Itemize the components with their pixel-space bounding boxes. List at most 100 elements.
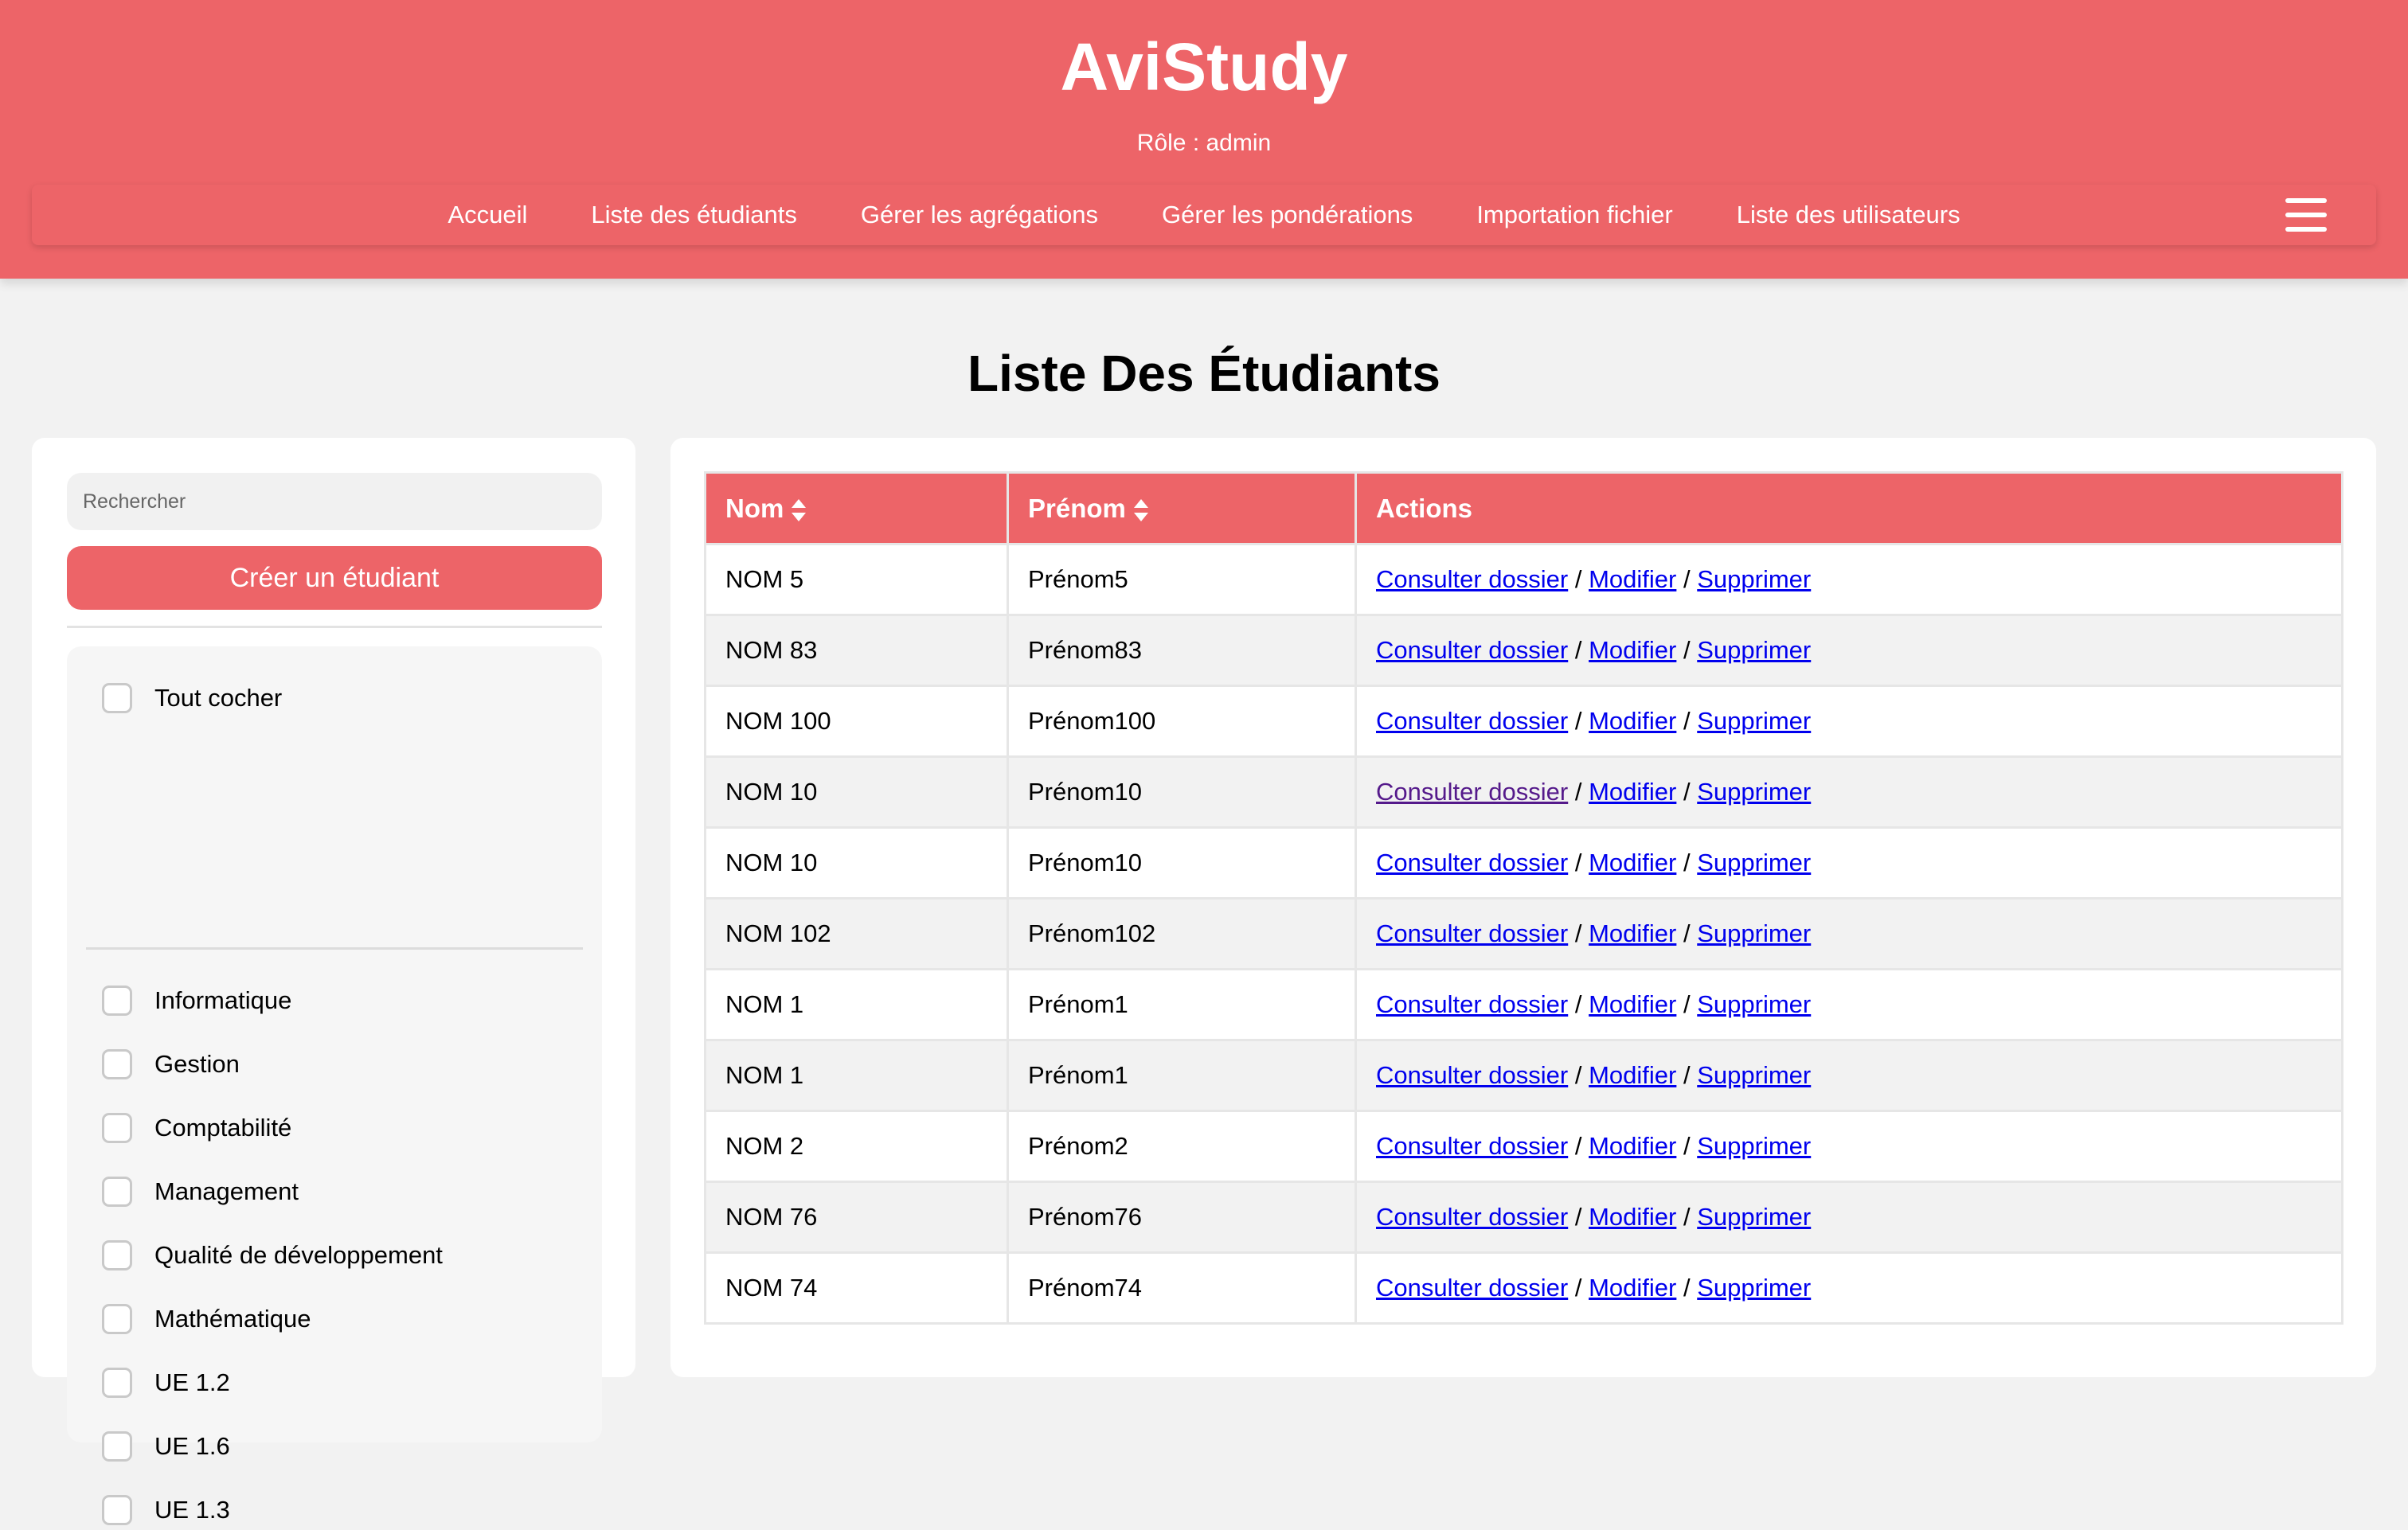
app-title: AviStudy — [1060, 29, 1348, 104]
search-input[interactable] — [67, 473, 602, 530]
create-student-button[interactable]: Créer un étudiant — [67, 546, 602, 610]
cell-prenom: Prénom83 — [1007, 614, 1357, 687]
cell-prenom: Prénom5 — [1007, 543, 1357, 616]
hamburger-menu-icon[interactable] — [2285, 198, 2327, 232]
cell-nom: NOM 10 — [704, 826, 1009, 900]
filter-checkbox[interactable] — [102, 1431, 132, 1462]
nav-item-gerer-agregations[interactable]: Gérer les agrégations — [861, 201, 1098, 229]
cell-actions: Consulter dossier / Modifier / Supprimer — [1354, 1251, 2344, 1325]
table-row: NOM 83 Prénom83 Consulter dossier / Modifi… — [704, 614, 2344, 687]
column-header-prenom[interactable]: Prénom — [1007, 471, 1357, 545]
consulter-dossier-link[interactable]: Consulter dossier — [1376, 778, 1568, 806]
filter-item-management[interactable]: Management — [102, 1172, 299, 1212]
students-table: Nom Prénom Actions NOM 5 Prénom5 Consulter… — [704, 471, 2344, 1325]
filter-item-ue-1-6[interactable]: UE 1.6 — [102, 1427, 230, 1466]
filter-label: UE 1.3 — [154, 1496, 230, 1524]
consulter-dossier-link[interactable]: Consulter dossier — [1376, 1132, 1568, 1160]
supprimer-link[interactable]: Supprimer — [1697, 990, 1811, 1018]
cell-actions: Consulter dossier / Modifier / Supprimer — [1354, 543, 2344, 616]
filter-label: Informatique — [154, 986, 292, 1014]
cell-actions: Consulter dossier / Modifier / Supprimer — [1354, 968, 2344, 1041]
filter-item-mathematique[interactable]: Mathématique — [102, 1299, 311, 1339]
modifier-link[interactable]: Modifier — [1589, 1061, 1676, 1089]
cell-nom: NOM 76 — [704, 1181, 1009, 1254]
consulter-dossier-link[interactable]: Consulter dossier — [1376, 990, 1568, 1018]
nav-item-accueil[interactable]: Accueil — [448, 201, 527, 229]
modifier-link[interactable]: Modifier — [1589, 1132, 1676, 1160]
nav-item-liste-etudiants[interactable]: Liste des étudiants — [591, 201, 797, 229]
filter-label: UE 1.6 — [154, 1432, 230, 1460]
supprimer-link[interactable]: Supprimer — [1697, 565, 1811, 593]
cell-nom: NOM 2 — [704, 1110, 1009, 1183]
supprimer-link[interactable]: Supprimer — [1697, 1274, 1811, 1302]
filter-checkbox[interactable] — [102, 1240, 132, 1270]
filter-item-ue-1-2[interactable]: UE 1.2 — [102, 1363, 230, 1403]
modifier-link[interactable]: Modifier — [1589, 565, 1676, 593]
filter-checkbox[interactable] — [102, 1368, 132, 1398]
nav-item-gerer-ponderations[interactable]: Gérer les pondérations — [1162, 201, 1413, 229]
user-role-label: Rôle : admin — [1136, 130, 1272, 156]
consulter-dossier-link[interactable]: Consulter dossier — [1376, 919, 1568, 947]
filter-checkbox[interactable] — [102, 1304, 132, 1334]
action-separator: / — [1574, 1061, 1582, 1089]
check-all-row[interactable]: Tout cocher — [102, 678, 282, 718]
filter-item-comptabilite[interactable]: Comptabilité — [102, 1108, 291, 1148]
sort-icon[interactable] — [1132, 498, 1150, 523]
modifier-link[interactable]: Modifier — [1589, 919, 1676, 947]
main-navbar: Accueil Liste des étudiants Gérer les ag… — [32, 185, 2376, 245]
consulter-dossier-link[interactable]: Consulter dossier — [1376, 849, 1568, 876]
table-row: NOM 74 Prénom74 Consulter dossier / Modifi… — [704, 1251, 2344, 1325]
modifier-link[interactable]: Modifier — [1589, 1274, 1676, 1302]
column-header-nom[interactable]: Nom — [704, 471, 1009, 545]
check-all-checkbox[interactable] — [102, 683, 132, 713]
filter-item-gestion[interactable]: Gestion — [102, 1044, 240, 1084]
modifier-link[interactable]: Modifier — [1589, 849, 1676, 876]
action-separator: / — [1574, 919, 1582, 947]
supprimer-link[interactable]: Supprimer — [1697, 1061, 1811, 1089]
supprimer-link[interactable]: Supprimer — [1697, 849, 1811, 876]
filter-item-informatique[interactable]: Informatique — [102, 981, 291, 1021]
filter-item-qualite-developpement[interactable]: Qualité de développement — [102, 1235, 443, 1275]
cell-nom: NOM 100 — [704, 685, 1009, 758]
modifier-link[interactable]: Modifier — [1589, 778, 1676, 806]
supprimer-link[interactable]: Supprimer — [1697, 636, 1811, 664]
action-separator: / — [1574, 1274, 1582, 1302]
cell-actions: Consulter dossier / Modifier / Supprimer — [1354, 897, 2344, 970]
modifier-link[interactable]: Modifier — [1589, 1203, 1676, 1231]
filter-checkbox[interactable] — [102, 1177, 132, 1207]
cell-actions: Consulter dossier / Modifier / Supprimer — [1354, 614, 2344, 687]
nav-item-liste-utilisateurs[interactable]: Liste des utilisateurs — [1737, 201, 1960, 229]
filter-item-ue-1-3[interactable]: UE 1.3 — [102, 1490, 230, 1530]
filter-checkbox[interactable] — [102, 1495, 132, 1525]
filter-checkbox[interactable] — [102, 1113, 132, 1143]
supprimer-link[interactable]: Supprimer — [1697, 1203, 1811, 1231]
consulter-dossier-link[interactable]: Consulter dossier — [1376, 707, 1568, 735]
modifier-link[interactable]: Modifier — [1589, 636, 1676, 664]
supprimer-link[interactable]: Supprimer — [1697, 778, 1811, 806]
supprimer-link[interactable]: Supprimer — [1697, 1132, 1811, 1160]
consulter-dossier-link[interactable]: Consulter dossier — [1376, 565, 1568, 593]
consulter-dossier-link[interactable]: Consulter dossier — [1376, 1274, 1568, 1302]
filter-checkbox[interactable] — [102, 986, 132, 1016]
filter-label: Comptabilité — [154, 1114, 292, 1142]
consulter-dossier-link[interactable]: Consulter dossier — [1376, 1203, 1568, 1231]
action-separator: / — [1574, 849, 1582, 876]
page-title: Liste Des Étudiants — [968, 345, 1440, 402]
modifier-link[interactable]: Modifier — [1589, 707, 1676, 735]
cell-nom: NOM 74 — [704, 1251, 1009, 1325]
nav-item-importation-fichier[interactable]: Importation fichier — [1476, 201, 1672, 229]
column-header-label: Actions — [1376, 493, 1473, 523]
action-separator: / — [1574, 707, 1582, 735]
table-body: NOM 5 Prénom5 Consulter dossier / Modifier… — [704, 543, 2344, 1325]
check-all-label: Tout cocher — [154, 684, 283, 712]
consulter-dossier-link[interactable]: Consulter dossier — [1376, 1061, 1568, 1089]
supprimer-link[interactable]: Supprimer — [1697, 919, 1811, 947]
filter-checkbox[interactable] — [102, 1049, 132, 1079]
table-row: NOM 10 Prénom10 Consulter dossier / Modifi… — [704, 755, 2344, 829]
modifier-link[interactable]: Modifier — [1589, 990, 1676, 1018]
action-separator: / — [1574, 636, 1582, 664]
sort-icon[interactable] — [790, 498, 807, 523]
divider — [67, 626, 602, 628]
supprimer-link[interactable]: Supprimer — [1697, 707, 1811, 735]
consulter-dossier-link[interactable]: Consulter dossier — [1376, 636, 1568, 664]
